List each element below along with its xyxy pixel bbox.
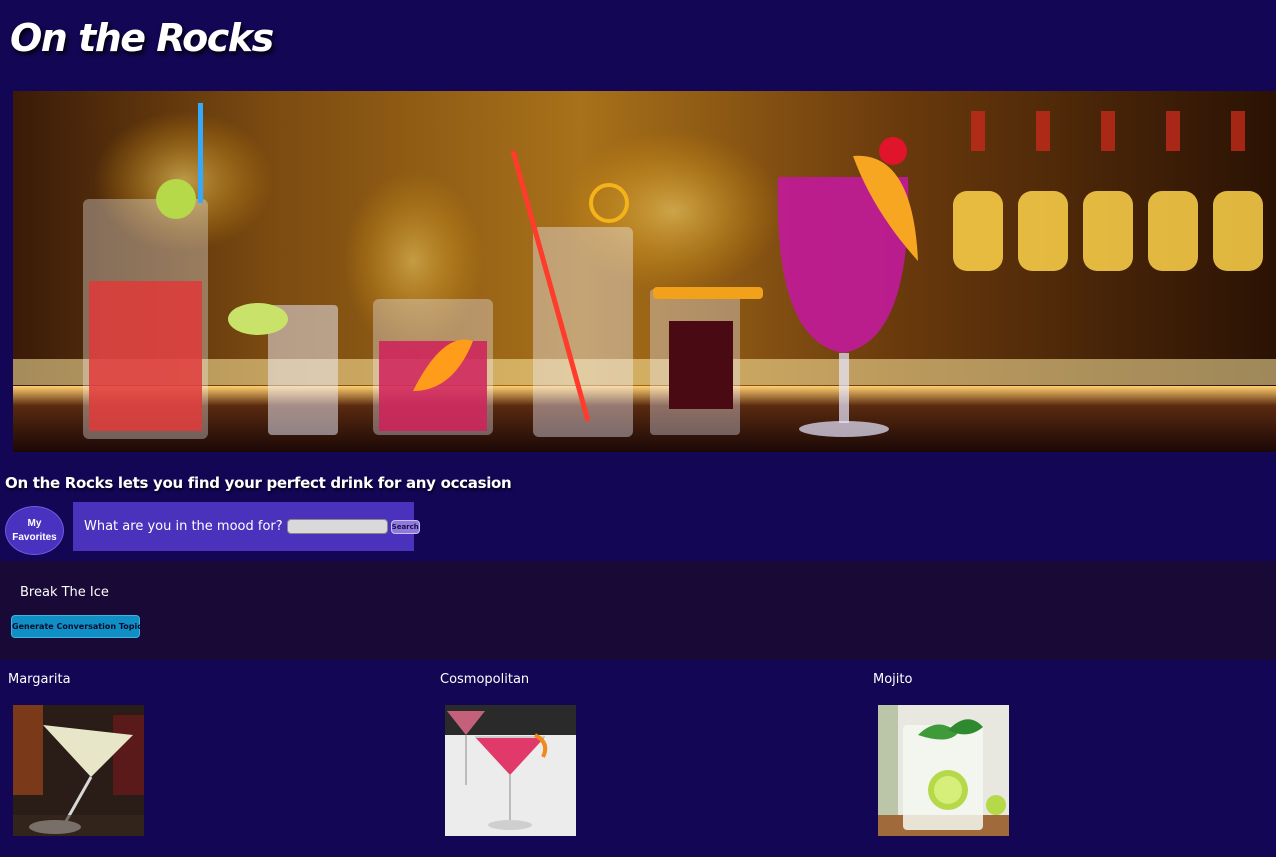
my-favorites-button[interactable]: My Favorites (5, 506, 64, 555)
search-prompt: What are you in the mood for? (84, 519, 283, 534)
drink-image-cosmopolitan[interactable] (445, 705, 576, 836)
my-favorites-label: My Favorites (12, 517, 57, 543)
drink-card-margarita[interactable]: Margarita (8, 672, 428, 836)
tagline: On the Rocks lets you find your perfect … (5, 474, 512, 492)
drink-name: Margarita (8, 672, 71, 687)
drink-card-mojito[interactable]: Mojito (873, 672, 1276, 836)
drink-image-mojito[interactable] (878, 705, 1009, 836)
drink-name: Cosmopolitan (440, 672, 530, 687)
search-panel: What are you in the mood for? Search (73, 502, 420, 551)
drink-card-cosmopolitan[interactable]: Cosmopolitan (440, 672, 860, 836)
drink-image-margarita[interactable] (13, 705, 144, 836)
drink-name: Mojito (873, 672, 913, 687)
break-the-ice-section: Break The Ice Generate Conversation Topi… (0, 561, 1276, 660)
break-the-ice-title: Break The Ice (20, 585, 109, 600)
hero-banner-image (13, 91, 1276, 452)
search-input[interactable] (286, 519, 388, 534)
generate-topic-button[interactable]: Generate Conversation Topic (11, 615, 142, 638)
site-title: On the Rocks (10, 16, 274, 60)
search-button[interactable]: Search (390, 519, 420, 534)
